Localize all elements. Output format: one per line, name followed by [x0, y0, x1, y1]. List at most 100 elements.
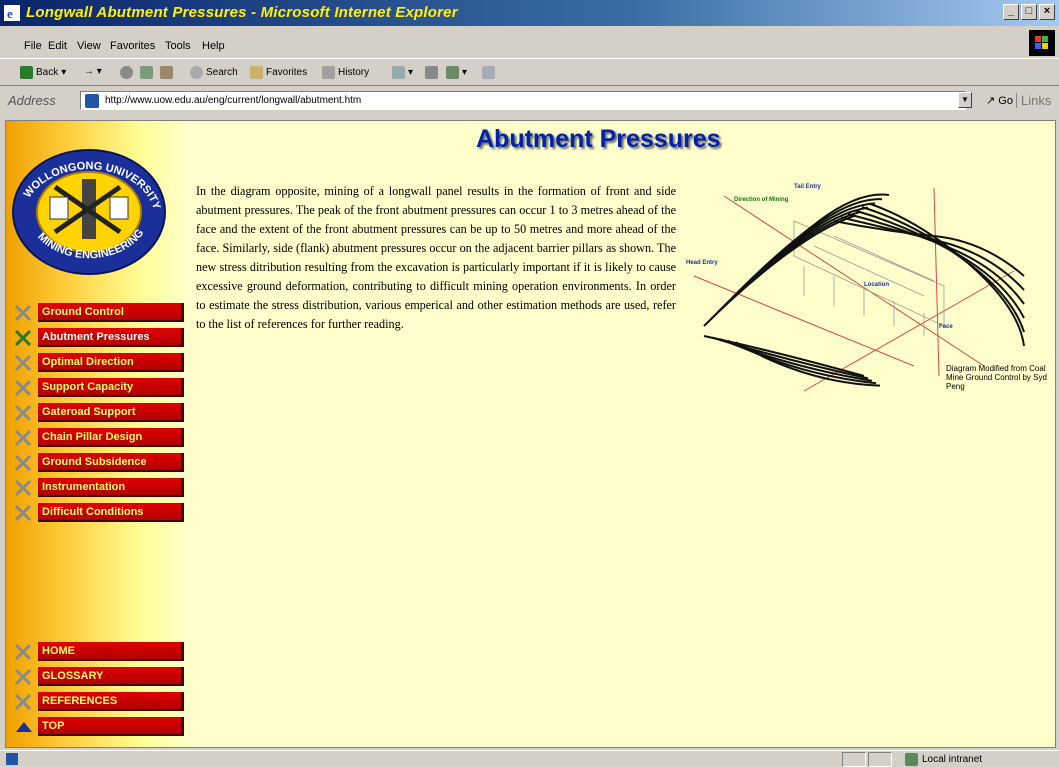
nav-button-ground-control[interactable]: Ground Control [38, 303, 184, 322]
menu-tools[interactable]: Tools [165, 40, 191, 52]
discuss-button[interactable] [482, 66, 495, 79]
pickaxe-icon [14, 504, 32, 522]
nav-button-gateroad-support[interactable]: Gateroad Support [38, 403, 184, 422]
nav-item-references[interactable]: REFERENCES [12, 692, 187, 712]
search-button[interactable]: Search [190, 66, 238, 79]
pickaxe-icon [14, 693, 32, 711]
nav-item-instrumentation[interactable]: Instrumentation [12, 478, 187, 498]
page-content: WOLLONGONG UNIVERSITY MINING ENGINEERING… [5, 120, 1056, 748]
page-heading: Abutment Pressures [476, 125, 721, 153]
maximize-button[interactable]: □ [1021, 4, 1037, 20]
back-button[interactable]: Back ▾ [20, 66, 66, 79]
nav-item-ground-control[interactable]: Ground Control [12, 303, 187, 323]
nav-button-chain-pillar-design[interactable]: Chain Pillar Design [38, 428, 184, 447]
pickaxe-icon [14, 643, 32, 661]
nav-button-glossary[interactable]: GLOSSARY [38, 667, 184, 686]
nav-button-difficult-conditions[interactable]: Difficult Conditions [38, 503, 184, 522]
edit-button[interactable]: ▾ [446, 66, 467, 79]
pickaxe-icon [14, 379, 32, 397]
edit-icon [446, 66, 459, 79]
address-dropdown-button[interactable]: ▼ [958, 92, 972, 108]
toolbar: Back ▾ → ▾ Search Favorites History ▾ ▾ [0, 58, 1059, 86]
head-entry-label: Head Entry [686, 260, 718, 266]
nav-item-abutment-pressures[interactable]: Abutment Pressures [12, 328, 187, 348]
go-button[interactable]: ↗ Go [986, 94, 1013, 107]
nav-item-home[interactable]: HOME [12, 642, 187, 662]
university-logo: WOLLONGONG UNIVERSITY MINING ENGINEERING [12, 149, 166, 275]
page-icon [85, 94, 99, 108]
nav-item-gateroad-support[interactable]: Gateroad Support [12, 403, 187, 423]
mail-button[interactable]: ▾ [392, 66, 413, 79]
minimize-button[interactable]: _ [1003, 4, 1019, 20]
refresh-icon [140, 66, 153, 79]
intranet-icon [905, 753, 918, 766]
nav-button-references[interactable]: REFERENCES [38, 692, 184, 711]
print-icon [425, 66, 438, 79]
nav-item-top[interactable]: TOP [12, 717, 187, 737]
nav-button-ground-subsidence[interactable]: Ground Subsidence [38, 453, 184, 472]
internet-explorer-icon: e [4, 5, 20, 21]
pickaxe-icon [14, 429, 32, 447]
stop-icon [120, 66, 133, 79]
pickaxe-icon [14, 304, 32, 322]
diagram-caption: Diagram Modified from Coal Mine Ground C… [946, 364, 1047, 391]
pickaxe-icon [14, 329, 32, 347]
address-input[interactable]: http://www.uow.edu.au/eng/current/longwa… [80, 91, 966, 110]
address-label: Address [8, 93, 56, 108]
home-icon [160, 66, 173, 79]
face-label: Face [939, 324, 953, 330]
nav-button-home[interactable]: HOME [38, 642, 184, 661]
menu-edit[interactable]: Edit [48, 40, 67, 52]
forward-button[interactable]: → ▾ [84, 66, 102, 77]
pickaxe-icon [14, 479, 32, 497]
security-zone: Local intranet [905, 753, 982, 766]
pickaxe-icon [14, 454, 32, 472]
close-button[interactable]: × [1039, 4, 1055, 20]
discuss-icon [482, 66, 495, 79]
svg-text:e: e [7, 6, 13, 21]
nav-item-ground-subsidence[interactable]: Ground Subsidence [12, 453, 187, 473]
nav-button-abutment-pressures[interactable]: Abutment Pressures [38, 328, 184, 347]
browser-window: e Longwall Abutment Pressures - Microsof… [0, 0, 1059, 767]
page-status-icon [6, 753, 18, 765]
tail-entry-label: Tail Entry [794, 184, 822, 190]
up-arrow-icon [16, 722, 32, 732]
refresh-button[interactable] [140, 66, 153, 79]
favorites-icon [250, 66, 263, 79]
nav-item-chain-pillar-design[interactable]: Chain Pillar Design [12, 428, 187, 448]
nav-item-difficult-conditions[interactable]: Difficult Conditions [12, 503, 187, 523]
nav-button-support-capacity[interactable]: Support Capacity [38, 378, 184, 397]
print-button[interactable] [425, 66, 438, 79]
history-icon [322, 66, 335, 79]
address-url: http://www.uow.edu.au/eng/current/longwa… [105, 95, 362, 106]
body-paragraph: In the diagram opposite, mining of a lon… [196, 184, 676, 331]
nav-button-optimal-direction[interactable]: Optimal Direction [38, 353, 184, 372]
home-button[interactable] [160, 66, 173, 79]
menu-bar: File Edit View Favorites Tools Help [0, 36, 1059, 56]
back-arrow-icon [20, 66, 33, 79]
sidebar: WOLLONGONG UNIVERSITY MINING ENGINEERING… [6, 121, 189, 747]
nav-item-glossary[interactable]: GLOSSARY [12, 667, 187, 687]
menu-view[interactable]: View [77, 40, 101, 52]
menu-favorites[interactable]: Favorites [110, 40, 155, 52]
mail-icon [392, 66, 405, 79]
windows-logo-icon [1029, 30, 1055, 56]
location-label: Location [864, 282, 889, 288]
pickaxe-icon [14, 404, 32, 422]
search-icon [190, 66, 203, 79]
address-bar: Address http://www.uow.edu.au/eng/curren… [0, 88, 1059, 114]
menu-file[interactable]: File [24, 40, 42, 52]
pickaxe-icon [14, 668, 32, 686]
direction-label: Direction of Mining [734, 197, 789, 203]
nav-button-top[interactable]: TOP [38, 717, 184, 736]
title-bar: e Longwall Abutment Pressures - Microsof… [0, 0, 1059, 26]
favorites-button[interactable]: Favorites [250, 66, 307, 79]
links-button[interactable]: Links [1016, 93, 1051, 108]
history-button[interactable]: History [322, 66, 369, 79]
nav-item-support-capacity[interactable]: Support Capacity [12, 378, 187, 398]
nav-button-instrumentation[interactable]: Instrumentation [38, 478, 184, 497]
menu-help[interactable]: Help [202, 40, 225, 52]
nav-item-optimal-direction[interactable]: Optimal Direction [12, 353, 187, 373]
pickaxe-icon [14, 354, 32, 372]
stop-button[interactable] [120, 66, 133, 79]
